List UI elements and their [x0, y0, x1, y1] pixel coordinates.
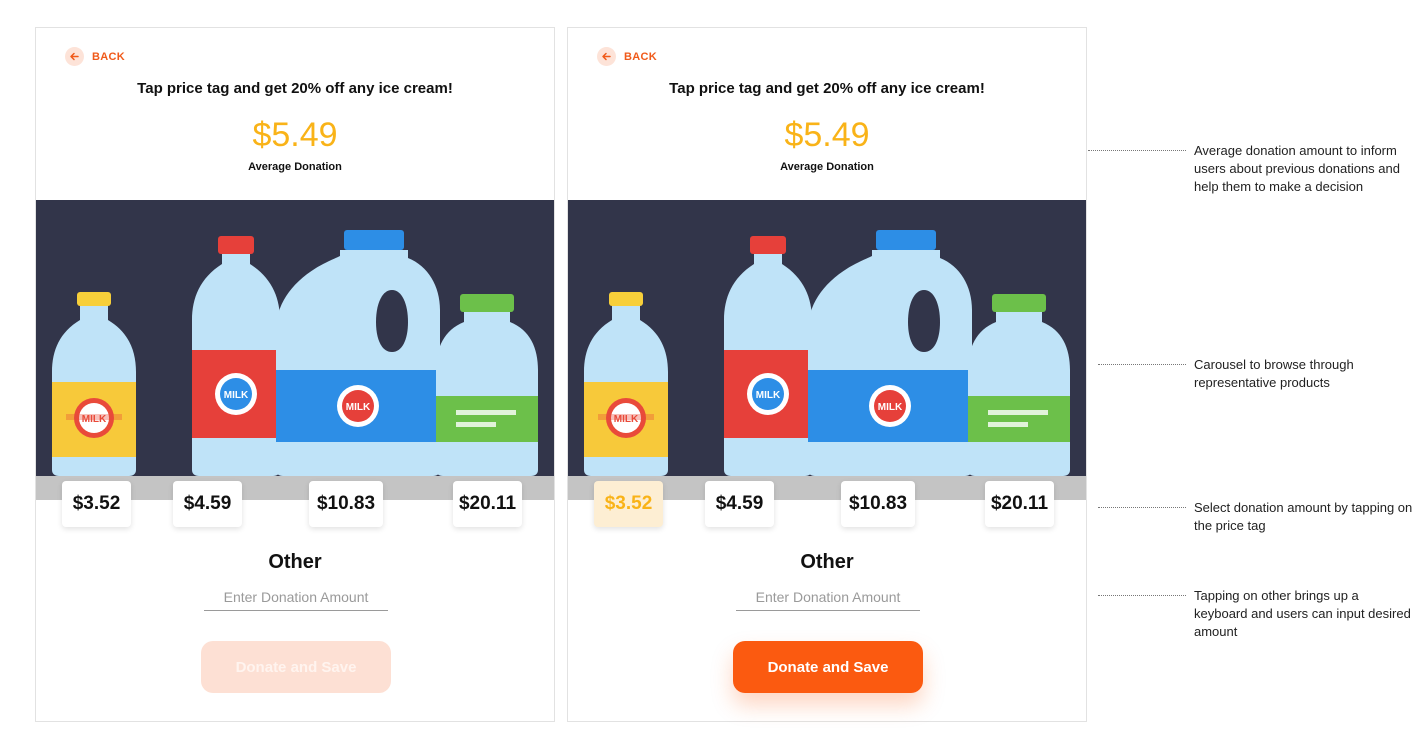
promo-headline: Tap price tag and get 20% off any ice cr…: [669, 80, 985, 97]
back-label: BACK: [92, 50, 125, 63]
product-label: MILK: [756, 390, 781, 401]
milk-bottles-illustration: MILK MILK MILK: [584, 230, 1070, 476]
back-button[interactable]: BACK: [65, 47, 125, 66]
annotation-leader-line: [1098, 595, 1186, 596]
annotation-average-donation: Average donation amount to inform users …: [1088, 142, 1414, 196]
annotation-leader-line: [1098, 507, 1186, 508]
annotation-carousel: Carousel to browse through representativ…: [1088, 356, 1414, 392]
price-tag-3[interactable]: $10.83: [309, 481, 383, 527]
milk-bottles-illustration: MILK MILK MILK: [52, 230, 538, 476]
price-tag-4[interactable]: $20.11: [985, 481, 1054, 527]
product-bottle-small: MILK: [584, 292, 668, 476]
donation-screen-default: BACK Tap price tag and get 20% off any i…: [35, 27, 555, 722]
product-carousel[interactable]: MILK MILK MILK: [568, 200, 1086, 476]
price-tag-2[interactable]: $4.59: [705, 481, 774, 527]
donate-and-save-button[interactable]: Donate and Save: [201, 641, 391, 693]
back-label: BACK: [624, 50, 657, 63]
donation-amount-input[interactable]: [736, 584, 920, 611]
product-bottle-green: [968, 294, 1070, 476]
annotation-price-tags: Select donation amount by tapping on the…: [1088, 499, 1414, 535]
product-carousel[interactable]: MILK MILK MILK: [36, 200, 554, 476]
annotation-text: Select donation amount by tapping on the…: [1194, 500, 1413, 533]
product-bottle-green: [436, 294, 538, 476]
average-donation-amount: $5.49: [252, 116, 338, 154]
price-tag-1[interactable]: $3.52: [62, 481, 131, 527]
annotation-leader-line: [1098, 364, 1186, 365]
product-label: MILK: [878, 402, 903, 413]
promo-headline: Tap price tag and get 20% off any ice cr…: [137, 80, 453, 97]
price-tag-1-selected[interactable]: $3.52: [594, 481, 663, 527]
price-tag-4[interactable]: $20.11: [453, 481, 522, 527]
average-donation-amount: $5.49: [784, 116, 870, 154]
other-amount-label: Other: [800, 551, 854, 573]
annotation-leader-line: [1088, 150, 1186, 151]
price-tag-2[interactable]: $4.59: [173, 481, 242, 527]
product-jug-large: MILK: [276, 230, 440, 476]
annotation-text: Carousel to browse through representativ…: [1194, 357, 1354, 390]
donation-amount-input[interactable]: [204, 584, 388, 611]
arrow-left-icon: [65, 47, 84, 66]
product-label: MILK: [346, 402, 371, 413]
donate-and-save-button[interactable]: Donate and Save: [733, 641, 923, 693]
arrow-left-icon: [597, 47, 616, 66]
price-tag-3[interactable]: $10.83: [841, 481, 915, 527]
annotation-text: Average donation amount to inform users …: [1194, 143, 1400, 194]
product-bottle-small: MILK: [52, 292, 136, 476]
other-amount-label: Other: [268, 551, 322, 573]
product-bottle-medium: MILK: [192, 236, 280, 476]
product-bottle-medium: MILK: [724, 236, 812, 476]
back-button[interactable]: BACK: [597, 47, 657, 66]
average-donation-label: Average Donation: [248, 161, 342, 173]
donation-screen-selected: BACK Tap price tag and get 20% off any i…: [567, 27, 1087, 722]
annotation-text: Tapping on other brings up a keyboard an…: [1194, 588, 1411, 639]
product-jug-large: MILK: [808, 230, 972, 476]
product-label: MILK: [224, 390, 249, 401]
average-donation-label: Average Donation: [780, 161, 874, 173]
annotation-other-input: Tapping on other brings up a keyboard an…: [1088, 587, 1414, 641]
